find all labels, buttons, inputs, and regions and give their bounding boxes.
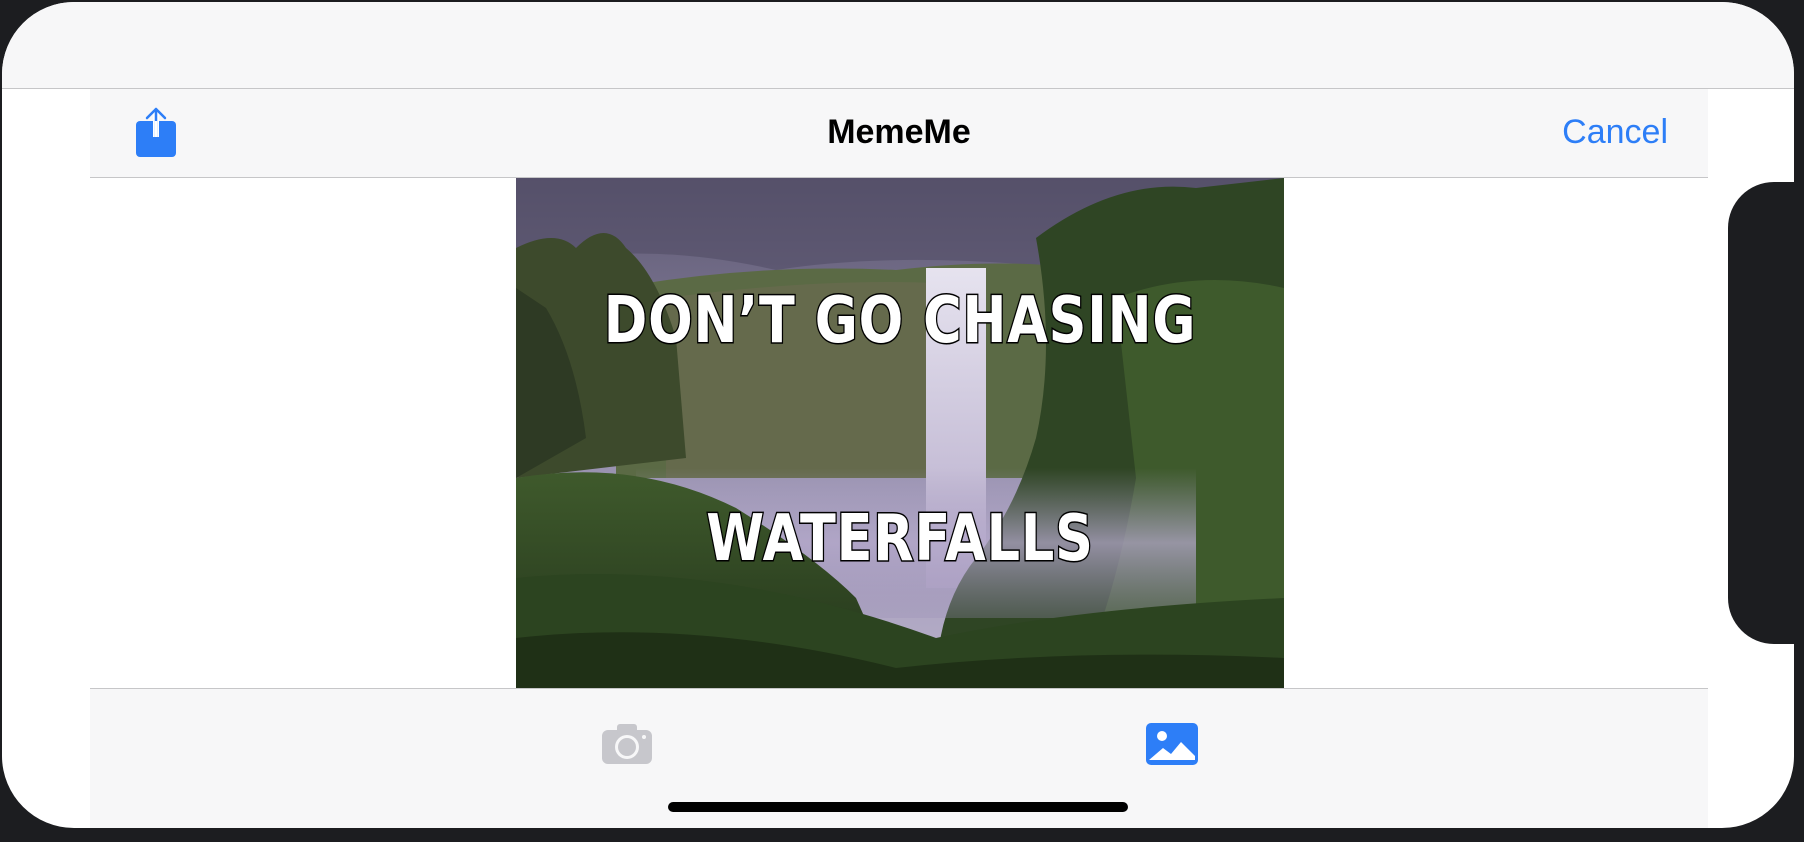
page-title: MemeMe — [827, 113, 971, 151]
device-sensor-housing — [1728, 182, 1804, 644]
navigation-bar: MemeMe Cancel — [90, 89, 1708, 178]
app-screen: MemeMe Cancel DON’T GO CHASING WATERFALL… — [2, 2, 1794, 828]
home-indicator[interactable] — [668, 802, 1128, 812]
meme-image-view: DON’T GO CHASING WATERFALLS — [516, 178, 1284, 688]
device-frame: MemeMe Cancel DON’T GO CHASING WATERFALL… — [0, 0, 1804, 842]
cancel-button[interactable]: Cancel — [1562, 113, 1668, 152]
camera-icon — [602, 724, 652, 764]
meme-editor: DON’T GO CHASING WATERFALLS — [90, 178, 1708, 688]
waterfall-image — [516, 178, 1284, 688]
meme-top-text[interactable]: DON’T GO CHASING — [585, 283, 1215, 360]
photo-album-button[interactable] — [1145, 722, 1199, 766]
status-area — [2, 2, 1794, 89]
camera-button[interactable] — [600, 722, 654, 766]
photo-album-icon — [1146, 723, 1198, 765]
meme-bottom-text[interactable]: WATERFALLS — [585, 501, 1215, 578]
